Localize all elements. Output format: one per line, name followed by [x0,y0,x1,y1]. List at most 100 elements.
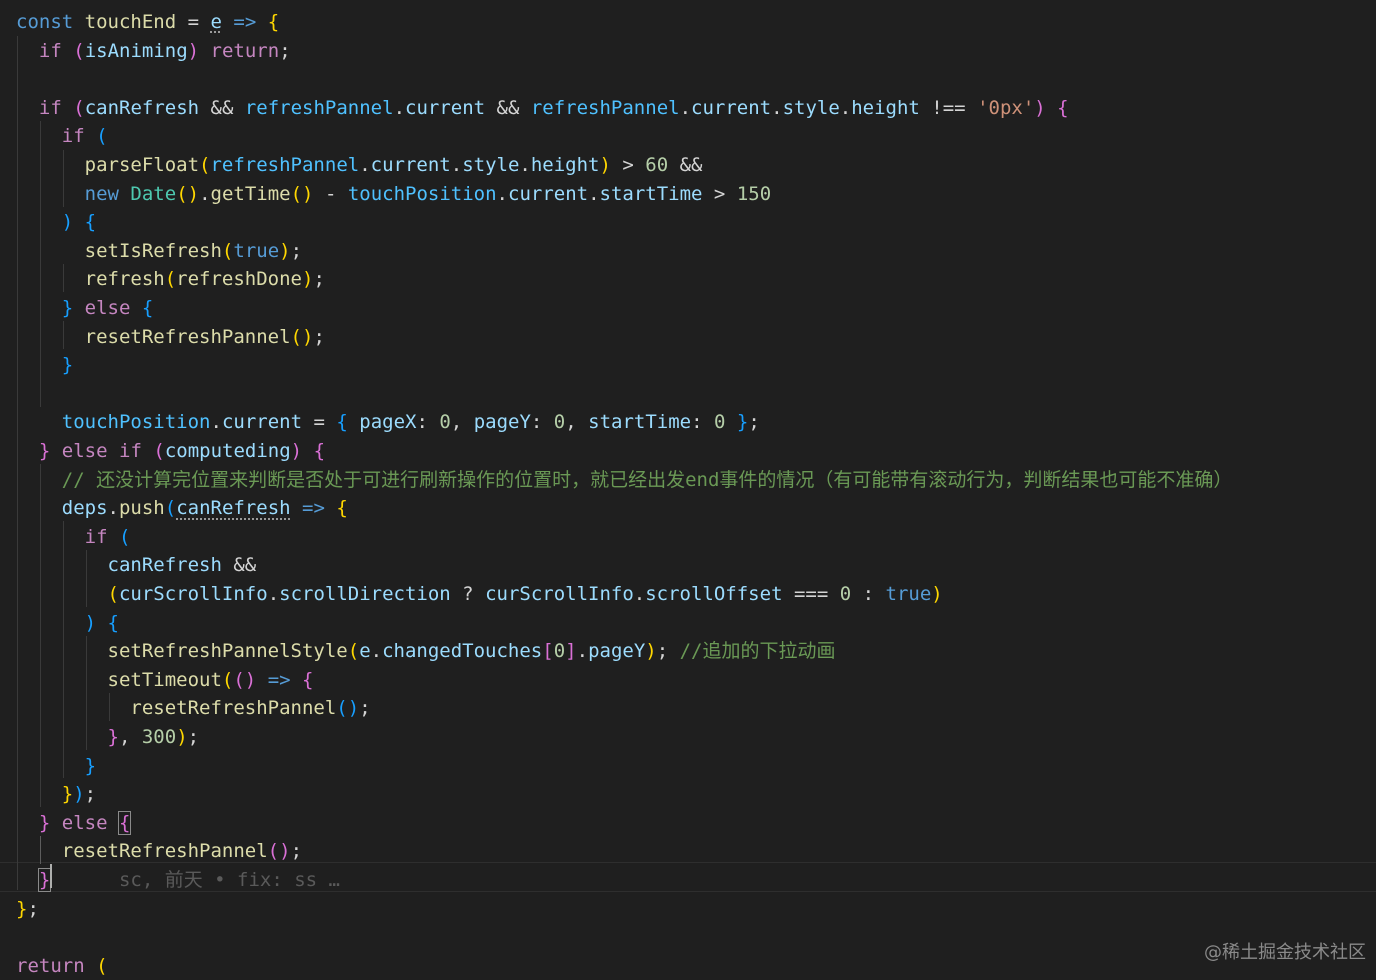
code-token: { [107,611,119,634]
code-line[interactable]: }, 300); [16,723,200,752]
code-token: refreshPannel [210,154,360,176]
code-line[interactable]: deps.push(canRefresh => { [16,494,348,523]
watermark: @稀土掘金技术社区 [1204,942,1366,963]
code-token: ? [450,583,486,605]
code-token: 300 [141,726,177,748]
code-token: ; [290,239,303,262]
code-token: { [336,411,348,434]
code-token: setIsRefresh [84,239,222,262]
code-line[interactable]: canRefresh && [16,551,257,580]
code-token: ( [73,39,85,62]
code-token: ) [279,239,291,262]
code-line[interactable]: } sc, 前天 • fix: ss … [16,866,340,895]
code-line[interactable]: // 还没计算完位置来判断是否处于可进行刷新操作的位置时，就已经出发end事件的… [16,466,1233,495]
code-token: resetRefreshPannel [84,325,291,348]
code-token: touchEnd [84,11,177,33]
code-line[interactable]: setIsRefresh(true); [16,237,302,266]
code-line[interactable]: } [16,752,96,781]
code-line[interactable]: } else { [16,809,132,838]
code-editor[interactable]: const touchEnd = e => { if (isAniming) r… [0,0,1376,977]
code-line[interactable]: (curScrollInfo.scrollDirection ? curScro… [16,580,943,609]
code-token: 0 [553,640,566,663]
code-token: ) [290,440,303,462]
code-token: true [233,239,280,262]
code-token: ( [221,668,234,691]
code-token: startTime [599,182,703,205]
code-token: getTime [210,182,291,205]
code-token: ( [199,154,211,176]
code-token: { [1057,96,1069,119]
code-token: } [61,297,74,319]
code-line[interactable]: parseFloat(refreshPannel.current.style.h… [16,151,703,180]
code-token: . [393,96,406,119]
code-token: ) [931,583,943,605]
code-line[interactable]: }); [16,780,96,809]
code-token: && [485,96,531,119]
code-line[interactable]: resetRefreshPannel(); [16,323,325,352]
code-line[interactable]: } else { [16,294,154,323]
code-token: current [508,182,589,205]
code-line[interactable]: } [16,351,73,380]
code-line[interactable]: if (canRefresh && refreshPannel.current … [16,94,1069,123]
code-token: () [290,325,314,348]
code-token: ; [187,726,200,748]
code-line[interactable]: return ( [16,952,108,980]
code-token: . [210,411,222,434]
code-token: } [16,897,28,920]
code-token: . [588,182,600,205]
code-line[interactable]: const touchEnd = e => { [16,8,279,37]
code-token: scrollDirection [279,583,451,605]
code-token: e [210,11,222,33]
code-token: ( [96,125,108,148]
code-line[interactable]: refresh(refreshDone); [16,265,325,294]
code-token: ; [279,39,291,62]
code-token: ) [187,39,200,62]
code-token: current [370,154,451,176]
code-token: return [210,39,280,62]
code-token: => [302,497,325,520]
code-token: 0 [439,411,451,434]
code-token: '0px' [977,96,1035,119]
code-token: style [782,96,840,119]
code-line[interactable]: ) { [16,609,119,638]
code-line[interactable]: if (isAniming) return; [16,37,291,66]
code-token: { [267,11,280,33]
code-line[interactable]: touchPosition.current = { pageX: 0, page… [16,408,760,437]
code-token: e [359,640,371,663]
code-token: [ [542,640,554,663]
code-token: startTime [588,411,692,434]
code-line[interactable]: new Date().getTime() - touchPosition.cur… [16,180,772,209]
code-token: // 还没计算完位置来判断是否处于可进行刷新操作的位置时，就已经出发end事件的… [61,468,1233,491]
code-token: , [565,411,589,434]
code-token: ; [313,325,325,348]
code-line[interactable]: }; [16,895,39,924]
code-line[interactable]: if ( [16,523,131,552]
code-token: { [84,211,97,234]
code-line[interactable]: } else if (computeding) { [16,437,325,466]
code-line[interactable]: if ( [16,122,108,151]
code-line[interactable]: resetRefreshPannel(); [16,694,370,723]
code-token: . [370,640,383,663]
code-line[interactable]: setTimeout(() => { [16,666,314,695]
code-token: ; [27,897,39,920]
code-line[interactable]: resetRefreshPannel(); [16,837,302,866]
code-token: 0 [839,583,852,605]
code-token: > [702,182,737,205]
code-line[interactable]: setRefreshPannelStyle(e.changedTouches[0… [16,637,836,666]
code-line[interactable]: ) { [16,208,96,237]
code-token: else [84,297,131,319]
code-token: if [38,96,62,119]
code-token: . [496,182,508,205]
